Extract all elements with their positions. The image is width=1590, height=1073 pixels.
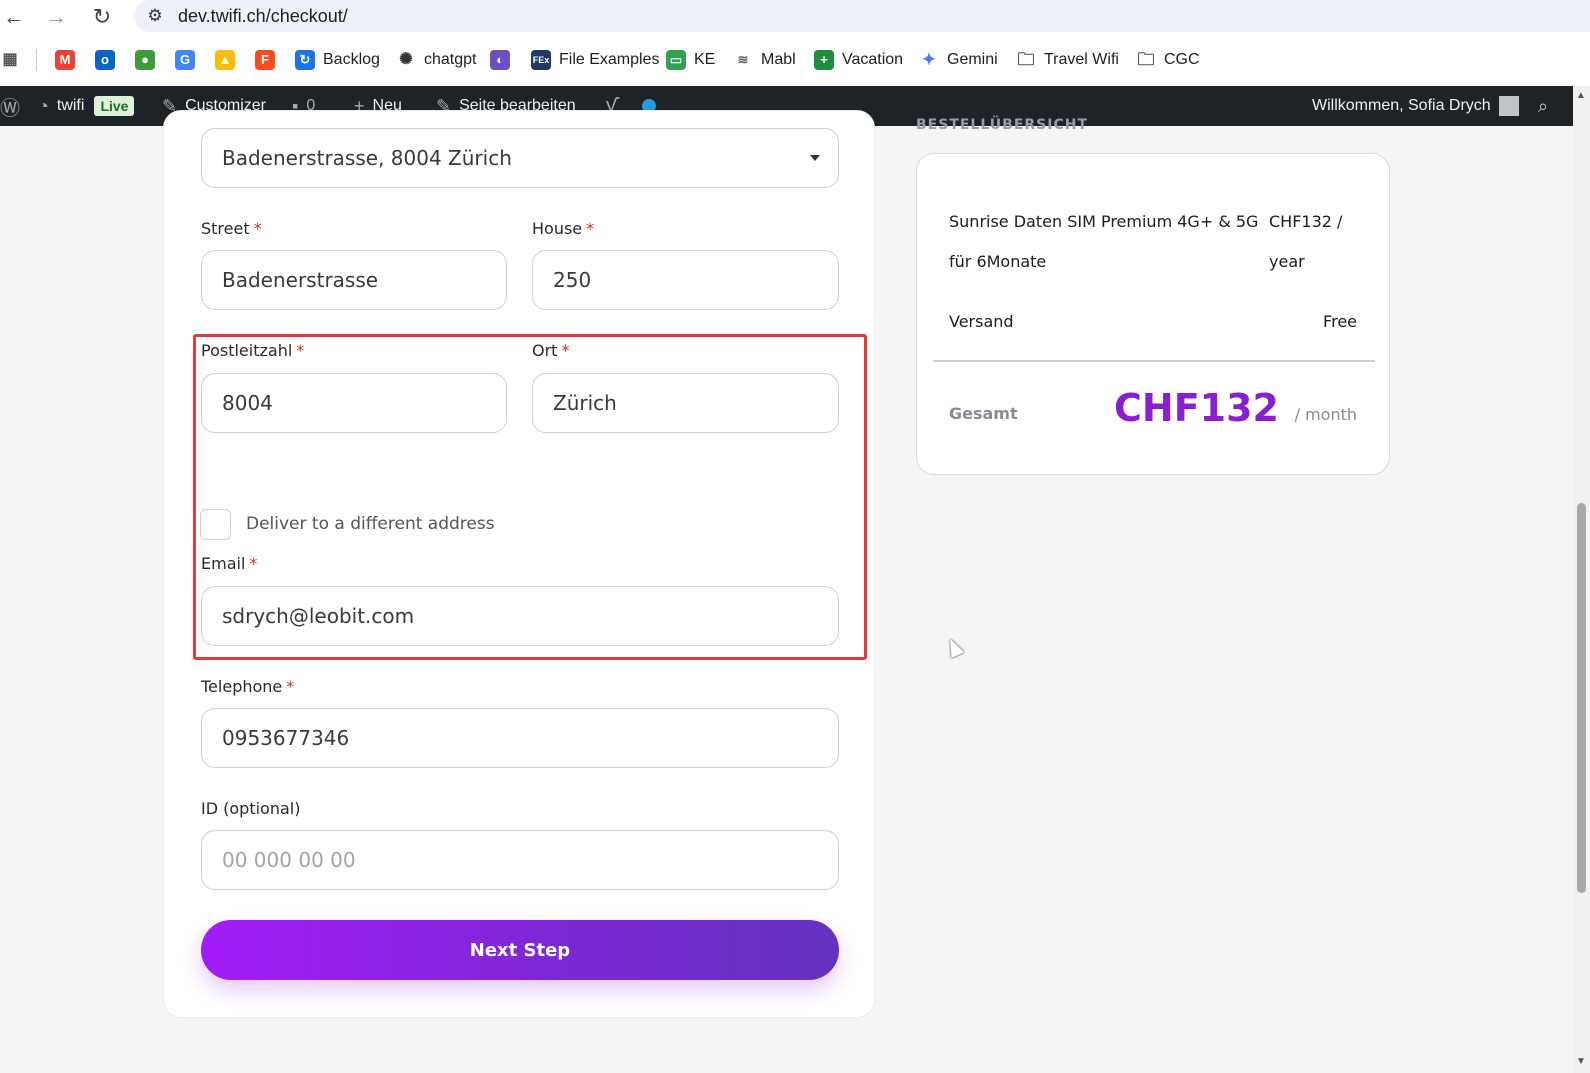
- chatgpt-icon: ✺: [399, 51, 413, 68]
- bookmark-label: Backlog: [323, 51, 380, 68]
- backlog-icon: ↻: [295, 50, 315, 70]
- id-label: ID (optional): [201, 799, 301, 818]
- bookmark-chatgpt[interactable]: ✺ chatgpt: [396, 47, 476, 73]
- summary-title: BESTELLÜBERSICHT: [916, 117, 1088, 133]
- frog-icon: ●: [135, 50, 155, 70]
- telephone-label: Telephone *: [201, 677, 295, 696]
- page-scrollbar[interactable]: ▲ ▼: [1573, 86, 1590, 1073]
- bookmark-file-examples[interactable]: FEx File Examples: [531, 47, 659, 73]
- next-step-button[interactable]: Next Step: [201, 920, 839, 980]
- product-name-line2: für 6Monate: [949, 252, 1047, 271]
- bookmark-gmail[interactable]: M: [55, 47, 83, 73]
- wordpress-logo-icon[interactable]: Ⓦ: [0, 86, 28, 126]
- figma-icon: F: [255, 50, 275, 70]
- bookmark-figma[interactable]: F: [255, 47, 283, 73]
- apps-grid-icon[interactable]: ▦: [0, 47, 28, 73]
- dashboard-icon: ◔: [38, 95, 49, 116]
- id-input[interactable]: 00 000 00 00: [201, 830, 839, 890]
- bookmark-frog[interactable]: ●: [135, 47, 163, 73]
- shipping-label: Versand: [949, 312, 1014, 331]
- scroll-thumb[interactable]: [1577, 503, 1586, 893]
- gemini-icon: ✦: [921, 50, 937, 69]
- back-arrow-icon[interactable]: ←: [0, 3, 28, 31]
- bookmark-label: Mabl: [761, 51, 796, 68]
- house-label: House *: [532, 219, 595, 238]
- scroll-up-arrow-icon[interactable]: ▲: [1576, 90, 1586, 101]
- bookmark-label: Vacation: [842, 51, 904, 68]
- total-label: Gesamt: [949, 404, 1018, 423]
- bookmark-drive[interactable]: ▲: [215, 47, 243, 73]
- bookmark-vacation[interactable]: + Vacation: [814, 47, 903, 73]
- mouse-cursor: [943, 635, 965, 659]
- live-badge: Live: [94, 96, 135, 116]
- admin-search-icon[interactable]: ⌕: [1538, 86, 1556, 126]
- browser-toolbar: ← → ↻ ⚙ dev.twifi.ch/checkout/: [0, 0, 1590, 34]
- mabl-icon: ≋: [737, 52, 749, 67]
- bookmark-mabl[interactable]: ≋ Mabl: [733, 47, 796, 73]
- bookmarks-bar: ▦ M o ● G ▲ F ↻ Backlog ✺ chatgpt ◐ FEx Fil…: [0, 34, 1590, 86]
- outlook-icon: o: [95, 50, 115, 70]
- bookmark-label: KE: [694, 51, 716, 68]
- sheets-icon: +: [814, 50, 834, 70]
- bookmark-backlog[interactable]: ↻ Backlog: [295, 47, 380, 73]
- bookmark-label: chatgpt: [424, 51, 477, 68]
- admin-account[interactable]: Willkommen, Sofia Drych: [1312, 86, 1519, 126]
- scroll-down-arrow-icon[interactable]: ▼: [1576, 1056, 1586, 1067]
- bookmark-outlook[interactable]: o: [95, 47, 123, 73]
- product-price-line2: year: [1269, 252, 1305, 271]
- translate-icon: G: [175, 50, 195, 70]
- bookmark-label: Travel Wifi: [1044, 51, 1119, 68]
- url-text[interactable]: dev.twifi.ch/checkout/: [178, 5, 348, 27]
- bookmark-gemini[interactable]: ✦ Gemini: [919, 47, 998, 73]
- total-period: / month: [1294, 405, 1357, 424]
- product-price-line1: CHF132 /: [1269, 212, 1343, 231]
- chevron-down-icon: [810, 155, 820, 161]
- street-input[interactable]: Badenerstrasse: [201, 250, 507, 310]
- address-bar[interactable]: ⚙ dev.twifi.ch/checkout/: [134, 0, 1590, 32]
- product-name-line1: Sunrise Daten SIM Premium 4G+ & 5G: [949, 212, 1259, 231]
- telephone-input[interactable]: 0953677346: [201, 708, 839, 768]
- folder-icon: 🗀: [1017, 50, 1035, 69]
- summary-divider: [933, 360, 1375, 362]
- site-info-icon[interactable]: ⚙: [144, 5, 166, 27]
- drive-icon: ▲: [215, 50, 235, 70]
- address-select[interactable]: Badenerstrasse, 8004 Zürich: [201, 128, 839, 188]
- bookmark-translate[interactable]: G: [175, 47, 203, 73]
- ke-icon: ▭: [666, 50, 686, 70]
- admin-site-name[interactable]: ◔ twifi Live: [38, 86, 135, 126]
- total-price: CHF132: [1114, 386, 1279, 430]
- bookmark-planet[interactable]: ◐: [490, 47, 518, 73]
- bookmark-travel-wifi[interactable]: 🗀 Travel Wifi: [1016, 47, 1119, 73]
- bookmarks-separator: [36, 49, 37, 71]
- reload-icon[interactable]: ↻: [88, 3, 116, 31]
- bookmark-cgc[interactable]: 🗀 CGC: [1136, 47, 1200, 73]
- avatar: [1498, 96, 1519, 116]
- forward-arrow-icon[interactable]: →: [42, 3, 70, 31]
- bookmark-label: Gemini: [947, 51, 998, 68]
- highlight-annotation-box: [193, 334, 867, 660]
- fex-icon: FEx: [531, 50, 551, 70]
- planet-icon: ◐: [490, 50, 510, 70]
- gmail-icon: M: [55, 50, 75, 70]
- shipping-value: Free: [1323, 312, 1357, 331]
- order-summary-card: Sunrise Daten SIM Premium 4G+ & 5G für 6…: [916, 153, 1390, 475]
- house-input[interactable]: 250: [532, 250, 839, 310]
- bookmark-label: File Examples: [559, 51, 660, 68]
- street-label: Street *: [201, 219, 262, 238]
- bookmark-label: CGC: [1164, 51, 1200, 68]
- bookmark-ke[interactable]: ▭ KE: [666, 47, 715, 73]
- folder-icon: 🗀: [1137, 50, 1155, 69]
